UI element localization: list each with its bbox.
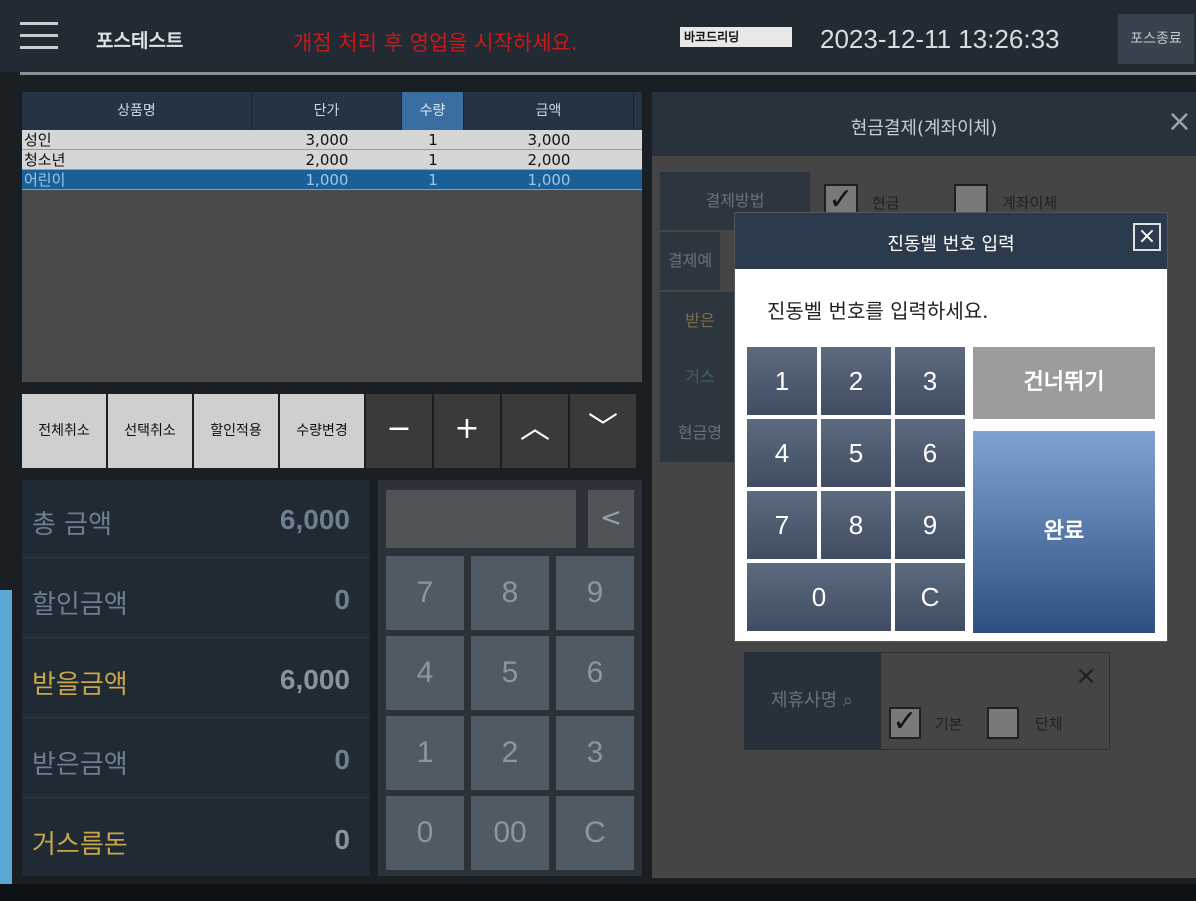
bell-key[interactable]: 5 [821, 419, 891, 487]
cell-name: 청소년 [24, 151, 66, 169]
amount-numpad: < 7 8 9 4 5 6 1 2 3 0 00 C [378, 480, 642, 876]
cancel-selected-button[interactable]: 선택취소 [108, 394, 192, 468]
payment-panel-header: 현금결제(계좌이체) × [652, 92, 1196, 156]
skip-button[interactable]: 건너뛰기 [973, 347, 1155, 419]
receivable-label: 받을금액 [32, 670, 128, 700]
received-row: 받은금액 0 [22, 720, 370, 798]
column-header-amount: 금액 [464, 92, 634, 130]
numpad-key[interactable]: C [556, 796, 634, 870]
total-label: 총 금액 [32, 510, 113, 540]
receivable-value: 6,000 [279, 664, 350, 695]
numpad-key[interactable]: 8 [471, 556, 549, 630]
vibration-bell-dialog: 진동벨 번호 입력 × 진동벨 번호를 입력하세요. 1 2 3 4 5 6 7… [734, 212, 1168, 642]
bottom-bar [0, 884, 1196, 901]
table-row-selected[interactable]: 어린이 1,000 1 1,000 [22, 170, 642, 190]
order-table: 상품명 단가 수량 금액 성인 3,000 1 3,000 청소년 2,000 … [22, 92, 642, 382]
column-header-price: 단가 [252, 92, 402, 130]
open-store-alert: 개점 처리 후 영업을 시작하세요. [293, 31, 578, 55]
change-row: 거스름돈 0 [22, 800, 370, 878]
numpad-display [386, 490, 576, 548]
backspace-button[interactable]: < [588, 490, 634, 548]
numpad-key[interactable]: 6 [556, 636, 634, 710]
numpad-key[interactable]: 2 [471, 716, 549, 790]
close-icon[interactable]: × [1133, 223, 1161, 251]
table-row[interactable]: 청소년 2,000 1 2,000 [22, 150, 642, 170]
cancel-all-button[interactable]: 전체취소 [22, 394, 106, 468]
change-label: 거스름돈 [32, 830, 128, 860]
close-icon[interactable]: × [1167, 104, 1192, 139]
cell-name: 어린이 [24, 171, 66, 189]
background-edge [0, 590, 12, 901]
numpad-key[interactable]: 7 [386, 556, 464, 630]
barcode-reading-indicator: 바코드리딩 [680, 27, 792, 47]
cell-name: 성인 [24, 131, 52, 149]
action-button-row: 전체취소 선택취소 할인적용 수량변경 − + ︿ ﹀ [22, 394, 636, 468]
table-header: 상품명 단가 수량 금액 [22, 92, 642, 130]
bell-key[interactable]: 7 [747, 491, 817, 559]
discount-label: 할인금액 [32, 590, 128, 620]
bell-key[interactable]: 1 [747, 347, 817, 415]
bell-key[interactable]: 8 [821, 491, 891, 559]
total-value: 6,000 [279, 504, 350, 535]
bell-key[interactable]: 0 [747, 563, 891, 631]
bell-key[interactable]: 2 [821, 347, 891, 415]
bell-key[interactable]: 4 [747, 419, 817, 487]
numpad-key[interactable]: 9 [556, 556, 634, 630]
bell-clear-key[interactable]: C [895, 563, 965, 631]
table-row[interactable]: 성인 3,000 1 3,000 [22, 130, 642, 150]
numpad-key[interactable]: 1 [386, 716, 464, 790]
datetime-display: 2023-12-11 13:26:33 [820, 24, 1060, 54]
cell-amount: 3,000 [527, 131, 571, 149]
up-arrow-button[interactable]: ︿ [502, 394, 568, 468]
receivable-row: 받을금액 6,000 [22, 640, 370, 718]
cell-qty: 1 [428, 131, 438, 149]
plus-button[interactable]: + [434, 394, 500, 468]
received-label: 받은금액 [32, 750, 128, 780]
cell-price: 2,000 [305, 151, 349, 169]
received-value: 0 [334, 744, 350, 775]
apply-discount-button[interactable]: 할인적용 [194, 394, 278, 468]
column-header-name: 상품명 [22, 92, 252, 130]
amount-summary: 총 금액 6,000 할인금액 0 받을금액 6,000 받은금액 0 거스름돈… [22, 480, 370, 876]
numpad-key[interactable]: 3 [556, 716, 634, 790]
menu-icon[interactable] [20, 22, 58, 50]
dialog-title: 진동벨 번호 입력 [887, 234, 1015, 255]
discount-row: 할인금액 0 [22, 560, 370, 638]
change-value: 0 [334, 824, 350, 855]
column-header-qty: 수량 [402, 92, 464, 130]
cell-qty: 1 [428, 171, 438, 189]
cell-price: 3,000 [305, 131, 349, 149]
change-qty-button[interactable]: 수량변경 [280, 394, 364, 468]
app-title: 포스테스트 [96, 30, 184, 52]
cell-amount: 1,000 [527, 171, 571, 189]
down-arrow-button[interactable]: ﹀ [570, 394, 636, 468]
discount-value: 0 [334, 584, 350, 615]
numpad-key[interactable]: 0 [386, 796, 464, 870]
numpad-key[interactable]: 5 [471, 636, 549, 710]
done-button[interactable]: 완료 [973, 431, 1155, 633]
dialog-prompt: 진동벨 번호를 입력하세요. [767, 299, 989, 323]
cell-amount: 2,000 [527, 151, 571, 169]
dialog-header: 진동벨 번호 입력 × [735, 213, 1167, 269]
numpad-key[interactable]: 00 [471, 796, 549, 870]
divider [20, 72, 1196, 75]
pos-exit-button[interactable]: 포스종료 [1118, 14, 1194, 64]
bell-key[interactable]: 6 [895, 419, 965, 487]
numpad-key[interactable]: 4 [386, 636, 464, 710]
cell-qty: 1 [428, 151, 438, 169]
total-row: 총 금액 6,000 [22, 480, 370, 558]
bell-key[interactable]: 9 [895, 491, 965, 559]
top-bar: 포스테스트 개점 처리 후 영업을 시작하세요. 바코드리딩 2023-12-1… [0, 0, 1196, 72]
cell-price: 1,000 [305, 171, 349, 189]
payment-panel-title: 현금결제(계좌이체) [850, 118, 998, 139]
bell-key[interactable]: 3 [895, 347, 965, 415]
minus-button[interactable]: − [366, 394, 432, 468]
